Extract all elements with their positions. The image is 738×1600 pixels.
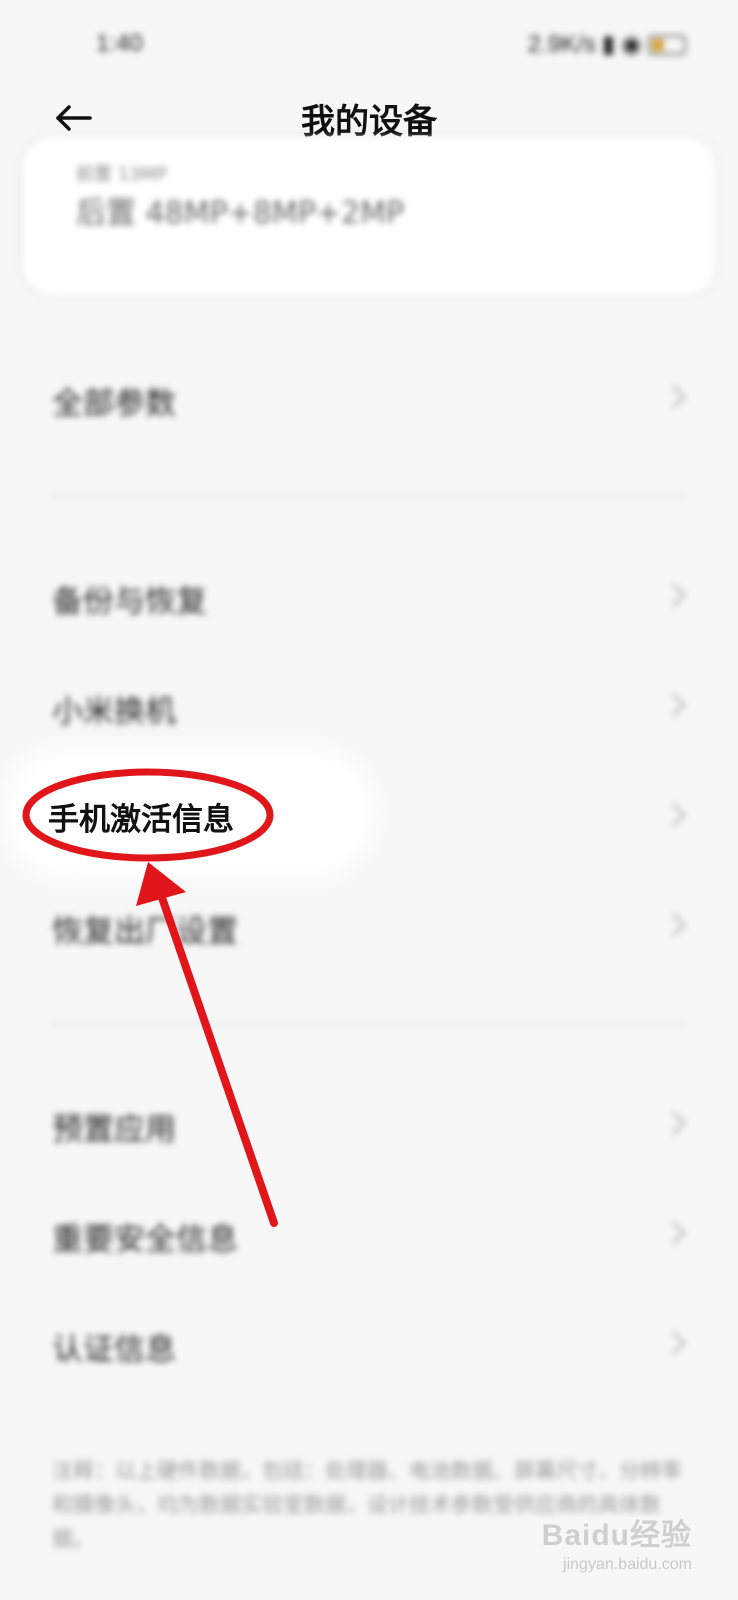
section-divider (52, 1022, 686, 1024)
chevron-right-icon (668, 382, 690, 412)
signal-icon: ▮ (601, 31, 616, 58)
chevron-right-icon (668, 910, 690, 940)
chevron-right-icon (668, 1328, 690, 1358)
menu-item-certification[interactable]: 认证信息 (0, 1304, 738, 1384)
front-camera-spec: 前置 13MP (76, 164, 168, 185)
menu-item-label: 小米换机 (52, 694, 176, 730)
status-icons: 2.9K/s ▮ ◉ (528, 30, 686, 59)
menu-item-label: 认证信息 (52, 1332, 176, 1368)
menu-item-all-params[interactable]: 全部参数 (0, 358, 738, 438)
menu-item-safety-info[interactable]: 重要安全信息 (0, 1194, 738, 1274)
chevron-right-icon (668, 690, 690, 720)
menu-item-backup-restore[interactable]: 备份与恢复 (0, 556, 738, 636)
baidu-watermark: Baidu经验 jingyan.baidu.com (542, 1510, 692, 1574)
watermark-url: jingyan.baidu.com (563, 1556, 692, 1573)
chevron-right-icon (668, 1218, 690, 1248)
network-speed: 2.9K/s (527, 30, 596, 58)
status-time: 1:40 (96, 30, 143, 57)
chevron-right-icon (668, 580, 690, 610)
status-bar: 1:40 2.9K/s ▮ ◉ (0, 26, 738, 60)
section-divider (52, 494, 686, 496)
rear-camera-spec: 后置 48MP+8MP+2MP (76, 196, 405, 231)
menu-item-label: 全部参数 (52, 386, 176, 422)
menu-item-label: 恢复出厂设置 (52, 914, 238, 950)
battery-icon (648, 34, 686, 55)
chevron-right-icon (668, 800, 690, 830)
camera-spec-card[interactable]: 前置 13MP 后置 48MP+8MP+2MP (24, 138, 714, 294)
menu-item-factory-reset[interactable]: 恢复出厂设置 (0, 886, 738, 966)
chevron-right-icon (668, 1108, 690, 1138)
wifi-icon: ◉ (621, 31, 642, 58)
menu-item-activation-info[interactable]: 手机激活信息 (48, 794, 234, 839)
menu-item-label: 重要安全信息 (52, 1222, 238, 1258)
menu-item-mi-mover[interactable]: 小米换机 (0, 666, 738, 746)
watermark-brand: Baidu经验 (541, 1519, 692, 1552)
menu-item-label: 备份与恢复 (52, 584, 207, 620)
menu-item-preinstalled-apps[interactable]: 预置应用 (0, 1084, 738, 1164)
menu-item-label: 预置应用 (52, 1112, 176, 1148)
